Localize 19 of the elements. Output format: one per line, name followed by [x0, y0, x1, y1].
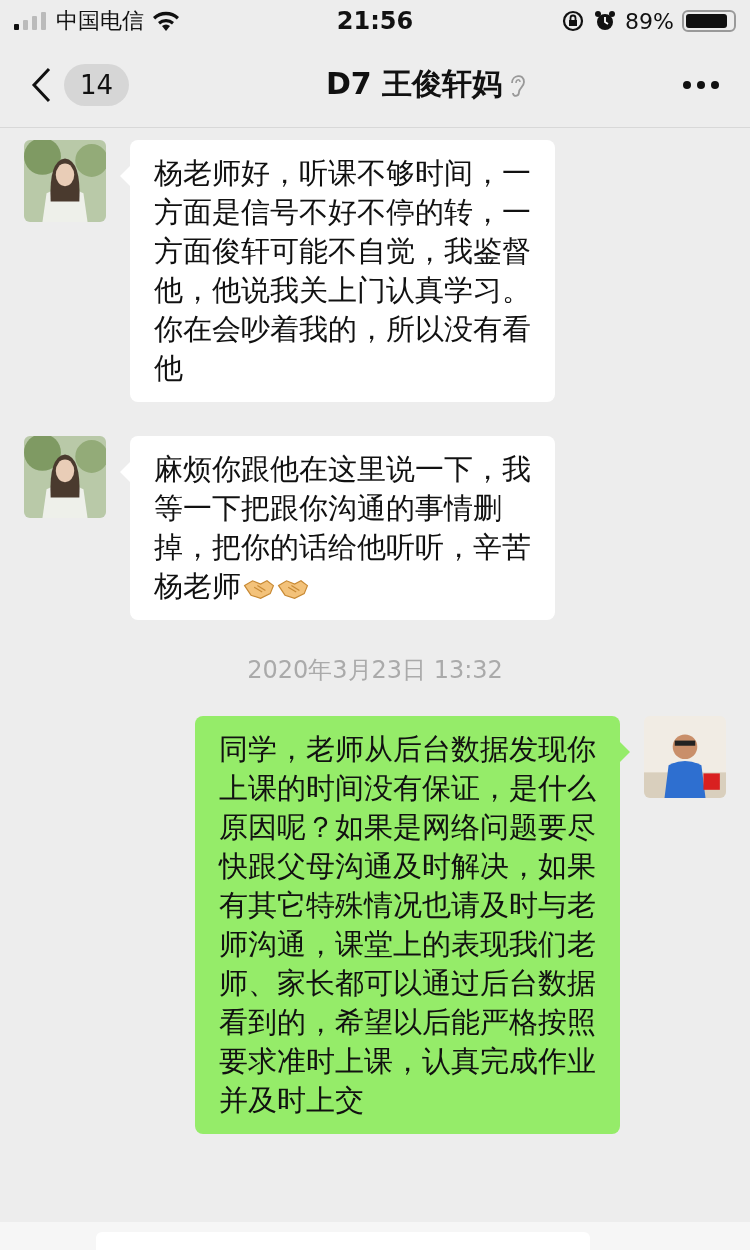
rotation-lock-icon: [561, 9, 586, 33]
message-bubble[interactable]: 杨老师好，听课不够时间，一方面是信号不好不停的转，一方面俊轩可能不自觉，我鉴督他，他说我关上门认真学习。你在会吵着我的，所以没有看他: [130, 140, 555, 402]
clock-time: 21:56: [336, 7, 414, 35]
back-icon[interactable]: [30, 66, 52, 103]
battery-icon: [682, 10, 736, 32]
more-icon[interactable]: [682, 79, 720, 90]
battery-percent: 89%: [625, 8, 674, 34]
message-timestamp: 2020年3月23日 13:32: [246, 655, 504, 686]
wifi-icon: [152, 11, 180, 31]
message-text: 同学，老师从后台数据发现你上课的时间没有保证，是什么原因呢？如果是网络问题要尽快跟父母沟通及时解决，如果有其它特殊情况也请及时与老师沟通，课堂上的表现我们老师、家长都可以通过后台数据看到的，希望以后能严格按照要求准时上课，认真完成作业并及时上交: [219, 731, 596, 1119]
message-text: 杨老师好，听课不够时间，一方面是信号不好不停的转，一方面俊轩可能不自觉，我鉴督他，他说我关上门认真学习。你在会吵着我的，所以没有看他: [154, 155, 531, 387]
alarm-icon: [593, 9, 618, 33]
carrier-name: 中国电信: [56, 7, 144, 35]
message-bubble[interactable]: 麻烦你跟他在这里说一下，我等一下把跟你沟通的事情删掉，把你的话给他听听，辛苦杨老师: [130, 436, 555, 620]
message-bubble[interactable]: 同学，老师从后台数据发现你上课的时间没有保证，是什么原因呢？如果是网络问题要尽快跟父母沟通及时解决，如果有其它特殊情况也请及时与老师沟通，课堂上的表现我们老师、家长都可以通过后台数据看到的，希望以后能严格按照要求准时上课，认真完成作业并及时上交: [195, 716, 620, 1134]
chat-title: D7 王俊轩妈: [325, 65, 503, 103]
message-text: 麻烦你跟他在这里说一下，我等一下把跟你沟通的事情删掉，把你的话给他听听，辛苦杨老师: [154, 451, 531, 605]
signal-icon: [14, 12, 48, 30]
unread-badge[interactable]: 14: [64, 63, 130, 106]
